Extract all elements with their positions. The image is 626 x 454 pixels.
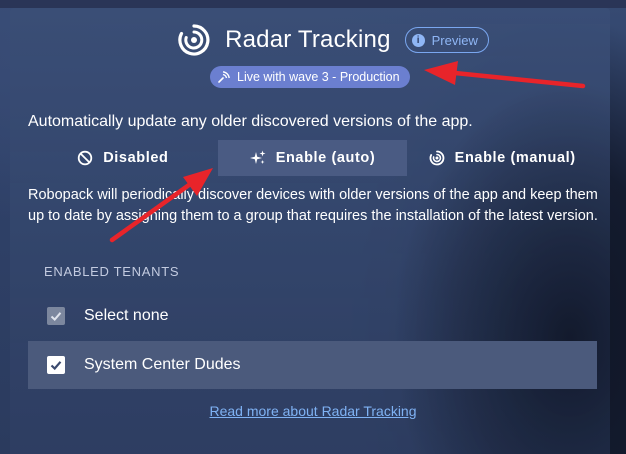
auto-mode-explanation: Robopack will periodically discover devi… xyxy=(28,187,598,224)
mode-enable-manual-label: Enable (manual) xyxy=(454,150,576,166)
checkmark-icon xyxy=(50,312,62,321)
enabled-tenants-heading: ENABLED TENANTS xyxy=(44,264,180,279)
mode-enable-auto-label: Enable (auto) xyxy=(275,150,376,166)
radar-logo-icon xyxy=(177,23,211,57)
preview-badge[interactable]: i Preview xyxy=(404,27,489,53)
page-title: Radar Tracking xyxy=(225,26,391,53)
select-none-label: Select none xyxy=(84,307,169,324)
info-icon: i xyxy=(411,33,425,47)
panel-header: Radar Tracking i Preview xyxy=(0,23,626,57)
ban-icon xyxy=(78,150,93,166)
select-none-checkbox[interactable] xyxy=(47,307,65,325)
select-none-row[interactable]: Select none xyxy=(28,292,597,340)
live-badge-label: Live with wave 3 - Production xyxy=(237,70,400,84)
read-more-link[interactable]: Read more about Radar Tracking xyxy=(0,403,626,419)
mode-enable-manual-button[interactable]: Enable (manual) xyxy=(407,140,597,176)
tenant-label: System Center Dudes xyxy=(84,356,241,373)
tenant-checkbox[interactable] xyxy=(47,356,65,374)
wave-icon xyxy=(218,71,230,83)
update-mode-selector: Disabled Enable (auto) Enable (manual) xyxy=(28,140,597,176)
auto-update-description: Automatically update any older discovere… xyxy=(28,113,473,130)
checkmark-icon xyxy=(50,361,62,371)
sparkle-icon xyxy=(249,150,266,164)
preview-label: Preview xyxy=(431,32,478,48)
radar-icon xyxy=(429,150,445,166)
mode-enable-auto-button[interactable]: Enable (auto) xyxy=(217,140,408,176)
top-strip xyxy=(0,0,626,8)
live-wave-badge: Live with wave 3 - Production xyxy=(210,66,410,88)
tenant-row[interactable]: System Center Dudes xyxy=(28,341,597,389)
mode-disabled-label: Disabled xyxy=(103,150,169,166)
mode-disabled-button[interactable]: Disabled xyxy=(28,140,218,176)
